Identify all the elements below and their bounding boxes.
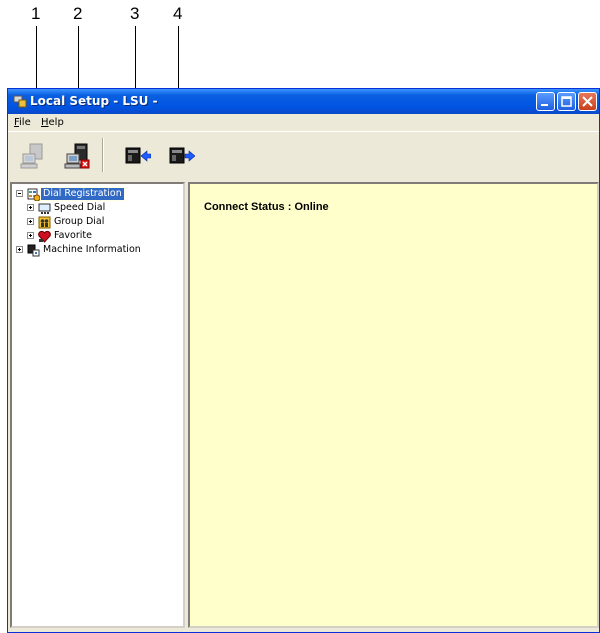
receive-button[interactable] (121, 141, 152, 171)
app-icon (13, 95, 27, 108)
menu-bar: File Help (8, 114, 599, 131)
minimize-button[interactable] (536, 92, 555, 111)
callout-1: 1 (31, 4, 41, 23)
maximize-button[interactable] (557, 92, 576, 111)
expand-toggle[interactable] (16, 246, 23, 253)
close-icon (582, 96, 593, 107)
maximize-icon (561, 96, 572, 107)
disconnect-computer-icon (64, 143, 90, 169)
tree-label-machine-information: Machine Information (43, 244, 141, 255)
callout-3: 3 (130, 4, 140, 23)
menu-help-accel: H (41, 117, 49, 128)
send-button[interactable] (165, 141, 196, 171)
send-data-icon (169, 147, 196, 164)
machine-information-icon (27, 244, 40, 257)
minimize-icon (541, 104, 548, 106)
callout-2: 2 (73, 4, 83, 23)
menu-file[interactable]: File (14, 117, 31, 128)
connect-button[interactable] (19, 141, 49, 171)
tree-label-favorite: Favorite (54, 230, 92, 241)
speed-dial-icon (38, 203, 51, 214)
window-title: Local Setup - LSU - (30, 94, 158, 108)
receive-data-icon (125, 147, 152, 164)
connect-status: Connect Status : Online (204, 201, 329, 213)
menu-help[interactable]: Help (41, 117, 64, 128)
expand-toggle[interactable] (27, 218, 34, 225)
title-bar[interactable]: Local Setup - LSU - (8, 89, 599, 114)
connect-computer-icon (20, 143, 43, 169)
expand-toggle[interactable] (27, 232, 34, 239)
toolbar-separator (102, 138, 104, 172)
menu-file-rest: ile (19, 117, 31, 128)
content-pane: Connect Status : Online (188, 182, 599, 628)
tree-label-dial-registration: Dial Registration (40, 187, 125, 201)
collapse-toggle[interactable] (16, 190, 23, 197)
dial-registration-icon (27, 188, 40, 201)
app-window: Local Setup - LSU - File Help Dial Regis… (7, 88, 600, 633)
tree-pane: Dial Registration Speed Dial Group Dial (10, 182, 185, 628)
callout-4: 4 (173, 4, 183, 23)
favorite-heart-icon (38, 230, 51, 243)
close-button[interactable] (578, 92, 597, 111)
expand-toggle[interactable] (27, 204, 34, 211)
tree-label-speed-dial: Speed Dial (54, 202, 106, 213)
menu-help-rest: elp (48, 117, 64, 128)
group-dial-icon (38, 216, 51, 229)
disconnect-button[interactable] (63, 141, 93, 171)
tree-label-group-dial: Group Dial (54, 216, 105, 227)
toolbar (8, 131, 599, 178)
